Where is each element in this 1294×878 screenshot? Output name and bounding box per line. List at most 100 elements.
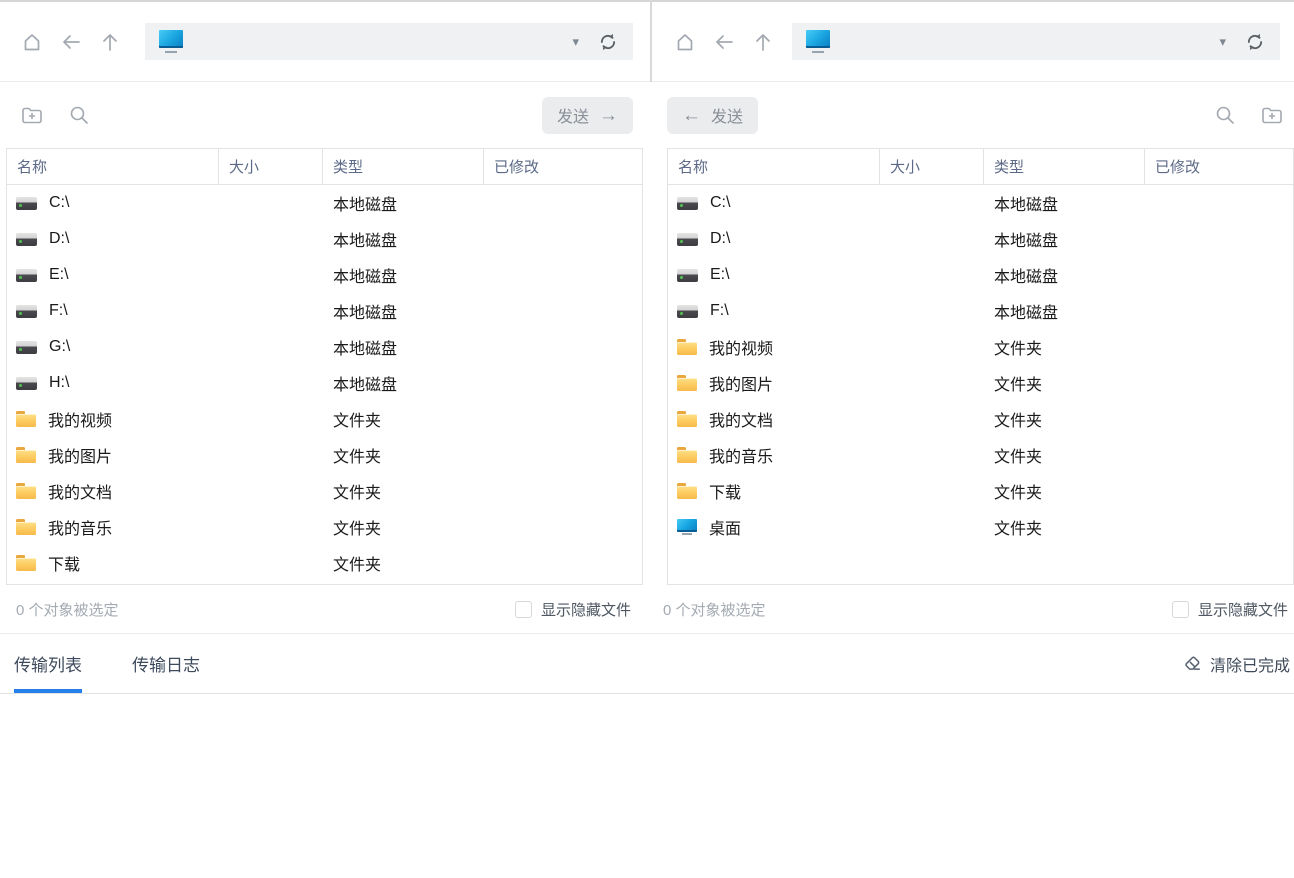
up-button[interactable] [99,31,121,53]
search-button[interactable] [1213,103,1237,127]
file-name-cell: 我的文档 [7,473,219,509]
column-header-type[interactable]: 类型 [323,149,484,184]
file-size-cell [219,509,323,545]
column-header-name[interactable]: 名称 [7,149,219,184]
table-row[interactable]: 我的视频 文件夹 [668,329,1293,365]
back-button[interactable] [60,31,82,53]
table-row[interactable]: 桌面文件夹 [668,509,1293,545]
file-name: 下载 [48,551,80,575]
search-icon [1214,104,1236,126]
table-row[interactable]: F:\本地磁盘 [668,293,1293,329]
table-row[interactable]: D:\ 本地磁盘 [668,221,1293,257]
search-button[interactable] [67,103,91,127]
computer-icon [805,30,831,53]
file-type-cell: 文件夹 [984,365,1145,401]
file-type-cell: 文件夹 [984,401,1145,437]
table-row[interactable]: 我的图片 文件夹 [668,365,1293,401]
table-row[interactable]: E:\ 本地磁盘 [7,257,642,293]
table-row[interactable]: D:\本地磁盘 [7,221,642,257]
file-modified-cell [484,257,642,293]
address-dropdown-caret[interactable]: ▾ [572,35,579,48]
file-name-cell: 我的图片 [7,437,219,473]
file-type-cell: 文件夹 [984,329,1145,365]
up-arrow-icon [752,31,774,53]
column-header-modified[interactable]: 已修改 [1145,149,1293,184]
file-size-cell [219,545,323,581]
file-type-cell: 本地磁盘 [984,221,1145,257]
column-header-modified[interactable]: 已修改 [484,149,642,184]
tab-transfer-list[interactable]: 传输列表 [14,634,82,693]
transfer-list-content [0,694,1294,878]
home-button[interactable] [21,31,43,53]
column-header-size[interactable]: 大小 [219,149,323,184]
file-type-cell: 本地磁盘 [323,365,484,401]
column-header-name[interactable]: 名称 [668,149,880,184]
table-row[interactable]: F:\ 本地磁盘 [7,293,642,329]
desktop-icon [677,519,697,535]
new-folder-button[interactable] [20,103,44,127]
drive-icon [16,197,37,210]
file-size-cell [219,401,323,437]
file-name: 我的文档 [48,479,112,503]
clear-completed-button[interactable]: 清除已完成 [1182,634,1292,693]
folder-icon [677,375,697,391]
column-header-size[interactable]: 大小 [880,149,984,184]
file-name: F:\ [49,302,68,320]
file-name: D:\ [710,230,730,248]
right-address-bar[interactable]: ▾ [792,23,1280,60]
file-name: 下载 [709,479,741,503]
table-row[interactable]: C:\本地磁盘 [668,185,1293,221]
table-row[interactable]: G:\本地磁盘 [7,329,642,365]
table-row[interactable]: 下载 文件夹 [668,473,1293,509]
file-name: 我的视频 [48,407,112,431]
table-row[interactable]: H:\本地磁盘 [7,365,642,401]
table-row[interactable]: 我的文档 文件夹 [7,473,642,509]
table-row[interactable]: 我的音乐文件夹 [668,437,1293,473]
file-type-cell: 本地磁盘 [323,257,484,293]
table-row[interactable]: 下载文件夹 [7,545,642,581]
back-arrow-icon [713,31,735,53]
file-modified-cell [484,473,642,509]
column-header-type[interactable]: 类型 [984,149,1145,184]
file-modified-cell [484,293,642,329]
file-name-cell: 下载 [668,473,880,509]
table-row[interactable]: E:\本地磁盘 [668,257,1293,293]
send-left-button[interactable]: ← 发送 [667,97,758,134]
drive-icon [677,269,698,282]
file-name-cell: E:\ [7,257,219,293]
show-hidden-checkbox[interactable] [515,601,532,618]
right-action-bar: ← 发送 [647,82,1294,148]
left-address-bar[interactable]: ▾ [145,23,633,60]
file-name: 我的文档 [709,407,773,431]
drive-icon [677,233,698,246]
file-name: 我的图片 [709,371,773,395]
table-row[interactable]: 我的视频文件夹 [7,401,642,437]
file-type-cell: 文件夹 [323,473,484,509]
back-button[interactable] [713,31,735,53]
file-size-cell [880,257,984,293]
table-row[interactable]: 我的图片文件夹 [7,437,642,473]
new-folder-button[interactable] [1260,103,1284,127]
file-size-cell [880,509,984,545]
table-row[interactable]: 我的文档 文件夹 [668,401,1293,437]
table-row[interactable]: C:\本地磁盘 [7,185,642,221]
tab-transfer-log[interactable]: 传输日志 [132,634,200,693]
file-type-cell: 本地磁盘 [323,293,484,329]
refresh-button[interactable] [596,30,620,54]
table-row[interactable]: 我的音乐文件夹 [7,509,642,545]
left-file-table: 名称 大小 类型 已修改 C:\本地磁盘D:\本地磁盘E:\ 本地磁盘 F:\ 本地磁… [6,148,643,585]
file-type-cell: 本地磁盘 [984,257,1145,293]
refresh-icon [1244,31,1266,53]
show-hidden-checkbox[interactable] [1172,601,1189,618]
address-dropdown-caret[interactable]: ▾ [1219,35,1226,48]
file-type-cell: 文件夹 [984,473,1145,509]
search-icon [68,104,90,126]
home-button[interactable] [674,31,696,53]
refresh-button[interactable] [1243,30,1267,54]
up-button[interactable] [752,31,774,53]
file-name: G:\ [49,338,70,356]
home-icon [21,31,43,53]
file-modified-cell [484,365,642,401]
send-right-button[interactable]: 发送 → [542,97,633,134]
file-name-cell: 我的视频 [668,329,880,365]
